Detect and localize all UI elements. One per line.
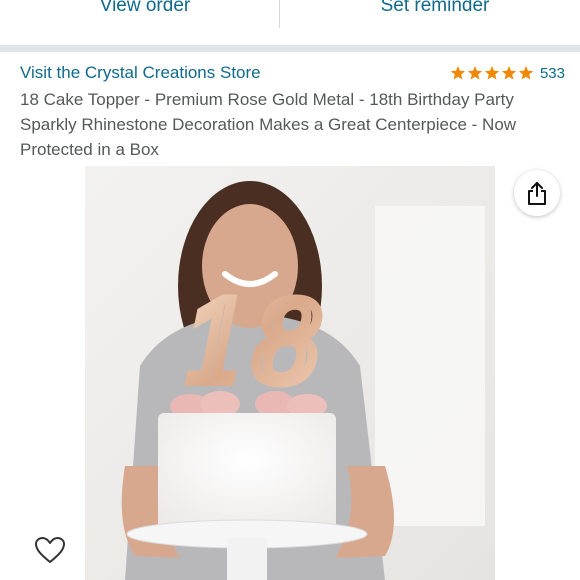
product-image[interactable]: 18 xyxy=(85,166,495,580)
view-order-button[interactable]: View order xyxy=(0,0,290,30)
topper-number: 18 xyxy=(183,279,323,407)
favorite-button[interactable] xyxy=(33,533,67,567)
store-link[interactable]: Visit the Crystal Creations Store xyxy=(20,63,261,83)
star-icon xyxy=(518,66,534,80)
share-icon xyxy=(528,182,546,205)
star-icon xyxy=(501,66,517,80)
order-actions-bar: View order Set reminder xyxy=(0,0,580,30)
set-reminder-button[interactable]: Set reminder xyxy=(290,0,580,30)
product-title: 18 Cake Topper - Premium Rose Gold Metal… xyxy=(20,90,517,159)
heart-icon xyxy=(35,537,65,563)
star-rating xyxy=(450,65,534,81)
star-icon xyxy=(450,66,466,80)
actions-divider xyxy=(279,0,280,28)
store-row: Visit the Crystal Creations Store 533 xyxy=(20,62,565,84)
share-button[interactable] xyxy=(514,170,560,216)
star-icon xyxy=(484,66,500,80)
section-separator xyxy=(0,45,580,52)
star-icon xyxy=(467,66,483,80)
rating-count[interactable]: 533 xyxy=(540,65,565,82)
rating-summary[interactable]: 533 xyxy=(450,65,565,82)
